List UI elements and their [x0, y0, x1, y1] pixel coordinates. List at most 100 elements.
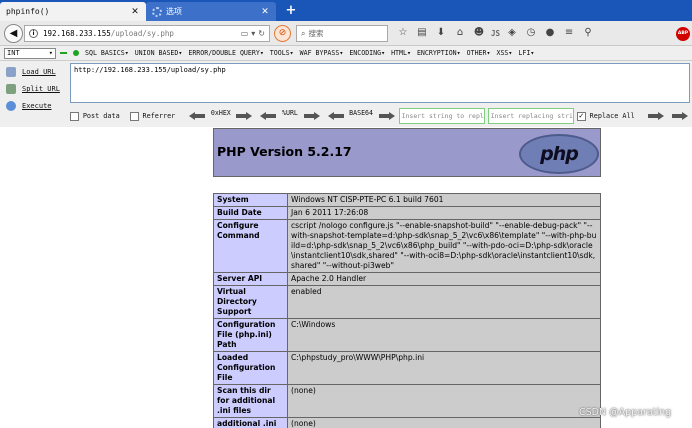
menu-sql-basics[interactable]: SQL BASICS▾ — [85, 49, 129, 57]
execute-label: Execute — [22, 102, 52, 110]
post-data-checkbox[interactable] — [70, 111, 79, 121]
table-row: Loaded Configuration File C:\phpstudy_pr… — [213, 351, 601, 385]
menu-encryption[interactable]: ENCRYPTION▾ — [417, 49, 461, 57]
menu-xss[interactable]: XSS▾ — [496, 49, 512, 57]
menu-tools[interactable]: TOOLS▾ — [270, 49, 294, 57]
row-value: C:\phpstudy_pro\WWW\PHP\php.ini — [287, 351, 601, 385]
hackbar-panel: Load URL Split URL Execute http://192.16… — [0, 61, 692, 127]
home-icon[interactable]: ⌂ — [453, 26, 467, 40]
row-value: enabled — [287, 285, 601, 319]
referrer-label: Referrer — [142, 112, 176, 120]
search-box[interactable]: ⌕ 搜索 — [296, 25, 388, 42]
php-version-header: PHP Version 5.2.17 php — [213, 128, 601, 177]
table-row: Configure Command cscript /nologo config… — [213, 219, 601, 273]
row-value: cscript /nologo configure.js "--enable-s… — [287, 219, 601, 273]
hex-decode-arrow-icon[interactable] — [189, 112, 205, 120]
hex-label: 0xHEX — [210, 109, 231, 117]
php-logo-text: php — [540, 143, 579, 165]
tab-title: 选项 — [166, 7, 182, 16]
hex-encode-arrow-icon[interactable] — [236, 112, 253, 120]
replace-all-checkbox[interactable]: ✓ — [576, 111, 586, 121]
close-icon[interactable]: ✕ — [130, 7, 140, 17]
php-info-table: System Windows NT CISP-PTE-PC 6.1 build … — [213, 193, 601, 428]
row-key: Scan this dir for additional .ini files — [213, 384, 288, 418]
close-icon[interactable]: ✕ — [260, 7, 270, 17]
menu-union-based[interactable]: UNION BASED▾ — [135, 49, 183, 57]
split-url-button[interactable]: Split URL — [6, 81, 68, 97]
reader-icon[interactable]: ▭ — [241, 29, 249, 38]
execute-button[interactable]: Execute — [6, 98, 68, 114]
stop-button[interactable]: ⊘ — [274, 25, 291, 42]
new-tab-button[interactable]: + — [282, 3, 300, 19]
menu-icon[interactable]: ≡ — [562, 26, 576, 40]
execute-icon — [6, 101, 16, 111]
reload-icon[interactable]: ↻ — [258, 29, 265, 38]
replace-arrow-icon[interactable] — [648, 112, 665, 120]
sync-icon[interactable]: ☻ — [472, 26, 486, 40]
table-row: Configuration File (php.ini) Path C:\Win… — [213, 318, 601, 352]
replacing-string-input[interactable]: Insert replacing string — [487, 108, 574, 124]
dropdown-icon[interactable]: ▾ — [251, 29, 255, 38]
row-value: (none) — [287, 384, 601, 418]
zoom-icon[interactable]: ⚲ — [581, 26, 595, 40]
url-encode-arrow-icon[interactable] — [303, 112, 320, 120]
menu-lfi[interactable]: LFI▾ — [518, 49, 534, 57]
row-value: C:\Windows — [287, 318, 601, 352]
info-icon[interactable]: i — [29, 29, 38, 38]
row-key: System — [213, 193, 288, 207]
base64-decode-arrow-icon[interactable] — [327, 112, 344, 120]
tab-options[interactable]: 选项 ✕ — [146, 2, 276, 21]
base64-label: BASE64 — [349, 109, 373, 117]
table-row: Server API Apache 2.0 Handler — [213, 272, 601, 286]
menu-waf-bypass[interactable]: WAF BYPASS▾ — [300, 49, 344, 57]
extension-icon[interactable]: ◈ — [505, 26, 519, 40]
bookmarks-icon[interactable]: ▤ — [415, 26, 429, 40]
row-key: Loaded Configuration File — [213, 351, 288, 385]
row-key: Build Date — [213, 206, 288, 220]
minus-icon[interactable] — [60, 52, 67, 54]
plus-icon[interactable] — [73, 50, 79, 56]
row-value: (none) — [287, 417, 601, 428]
table-row: Virtual Directory Support enabled — [213, 285, 601, 319]
url-text: 192.168.233.155/upload/sy.php — [43, 29, 238, 38]
menu-other[interactable]: OTHER▾ — [467, 49, 491, 57]
load-url-label: Load URL — [22, 68, 56, 76]
navigation-bar: ◀ i 192.168.233.155/upload/sy.php ▭ ▾ ↻ … — [0, 21, 692, 46]
url-textarea[interactable]: http://192.168.233.155/upload/sy.php — [70, 63, 690, 103]
load-url-button[interactable]: Load URL — [6, 64, 68, 80]
row-key: additional .ini files parsed — [213, 417, 288, 428]
chevron-down-icon: ▾ — [48, 49, 53, 57]
download-icon[interactable]: ⬇ — [434, 26, 448, 40]
star-icon[interactable]: ☆ — [396, 26, 410, 40]
back-button[interactable]: ◀ — [4, 24, 23, 43]
row-value: Windows NT CISP-PTE-PC 6.1 build 7601 — [287, 193, 601, 207]
int-select-value: INT — [7, 49, 20, 57]
referrer-checkbox[interactable] — [129, 111, 139, 121]
watermark: CSDN @Apparating — [579, 407, 672, 418]
hackbar-actions: Load URL Split URL Execute — [6, 64, 68, 115]
row-key: Server API — [213, 272, 288, 286]
toolbar-icons: ☆ ▤ ⬇ ⌂ ☻ JS ◈ ◷ ● ≡ ⚲ — [396, 26, 595, 40]
int-select[interactable]: INT ▾ — [4, 47, 56, 59]
menu-encoding[interactable]: ENCODING▾ — [349, 49, 385, 57]
tab-strip: phpinfo() ✕ 选项 ✕ + — [0, 0, 692, 21]
menu-error-double-query[interactable]: ERROR/DOUBLE QUERY▾ — [188, 49, 263, 57]
table-row: Build Date Jan 6 2011 17:26:08 — [213, 206, 601, 220]
base64-encode-arrow-icon[interactable] — [378, 112, 395, 120]
url-decode-arrow-icon[interactable] — [260, 112, 277, 120]
address-bar[interactable]: i 192.168.233.155/upload/sy.php ▭ ▾ ↻ — [24, 25, 270, 42]
history-icon[interactable]: ◷ — [524, 26, 538, 40]
addon-icon[interactable]: ● — [543, 26, 557, 40]
table-row: System Windows NT CISP-PTE-PC 6.1 build … — [213, 193, 601, 207]
hackbar-menu: INT ▾ SQL BASICS▾ UNION BASED▾ ERROR/DOU… — [0, 46, 692, 61]
search-icon: ⌕ — [301, 28, 306, 38]
replace-next-arrow-icon[interactable] — [671, 112, 688, 120]
load-url-icon — [6, 67, 16, 77]
insert-string-input[interactable]: Insert string to replace — [398, 108, 485, 124]
row-key: Configuration File (php.ini) Path — [213, 318, 288, 352]
tab-title: phpinfo() — [6, 7, 50, 16]
js-toggle[interactable]: JS — [491, 29, 500, 38]
adblock-icon[interactable]: ABP — [676, 27, 690, 41]
menu-html[interactable]: HTML▾ — [391, 49, 411, 57]
tab-phpinfo[interactable]: phpinfo() ✕ — [0, 2, 146, 21]
